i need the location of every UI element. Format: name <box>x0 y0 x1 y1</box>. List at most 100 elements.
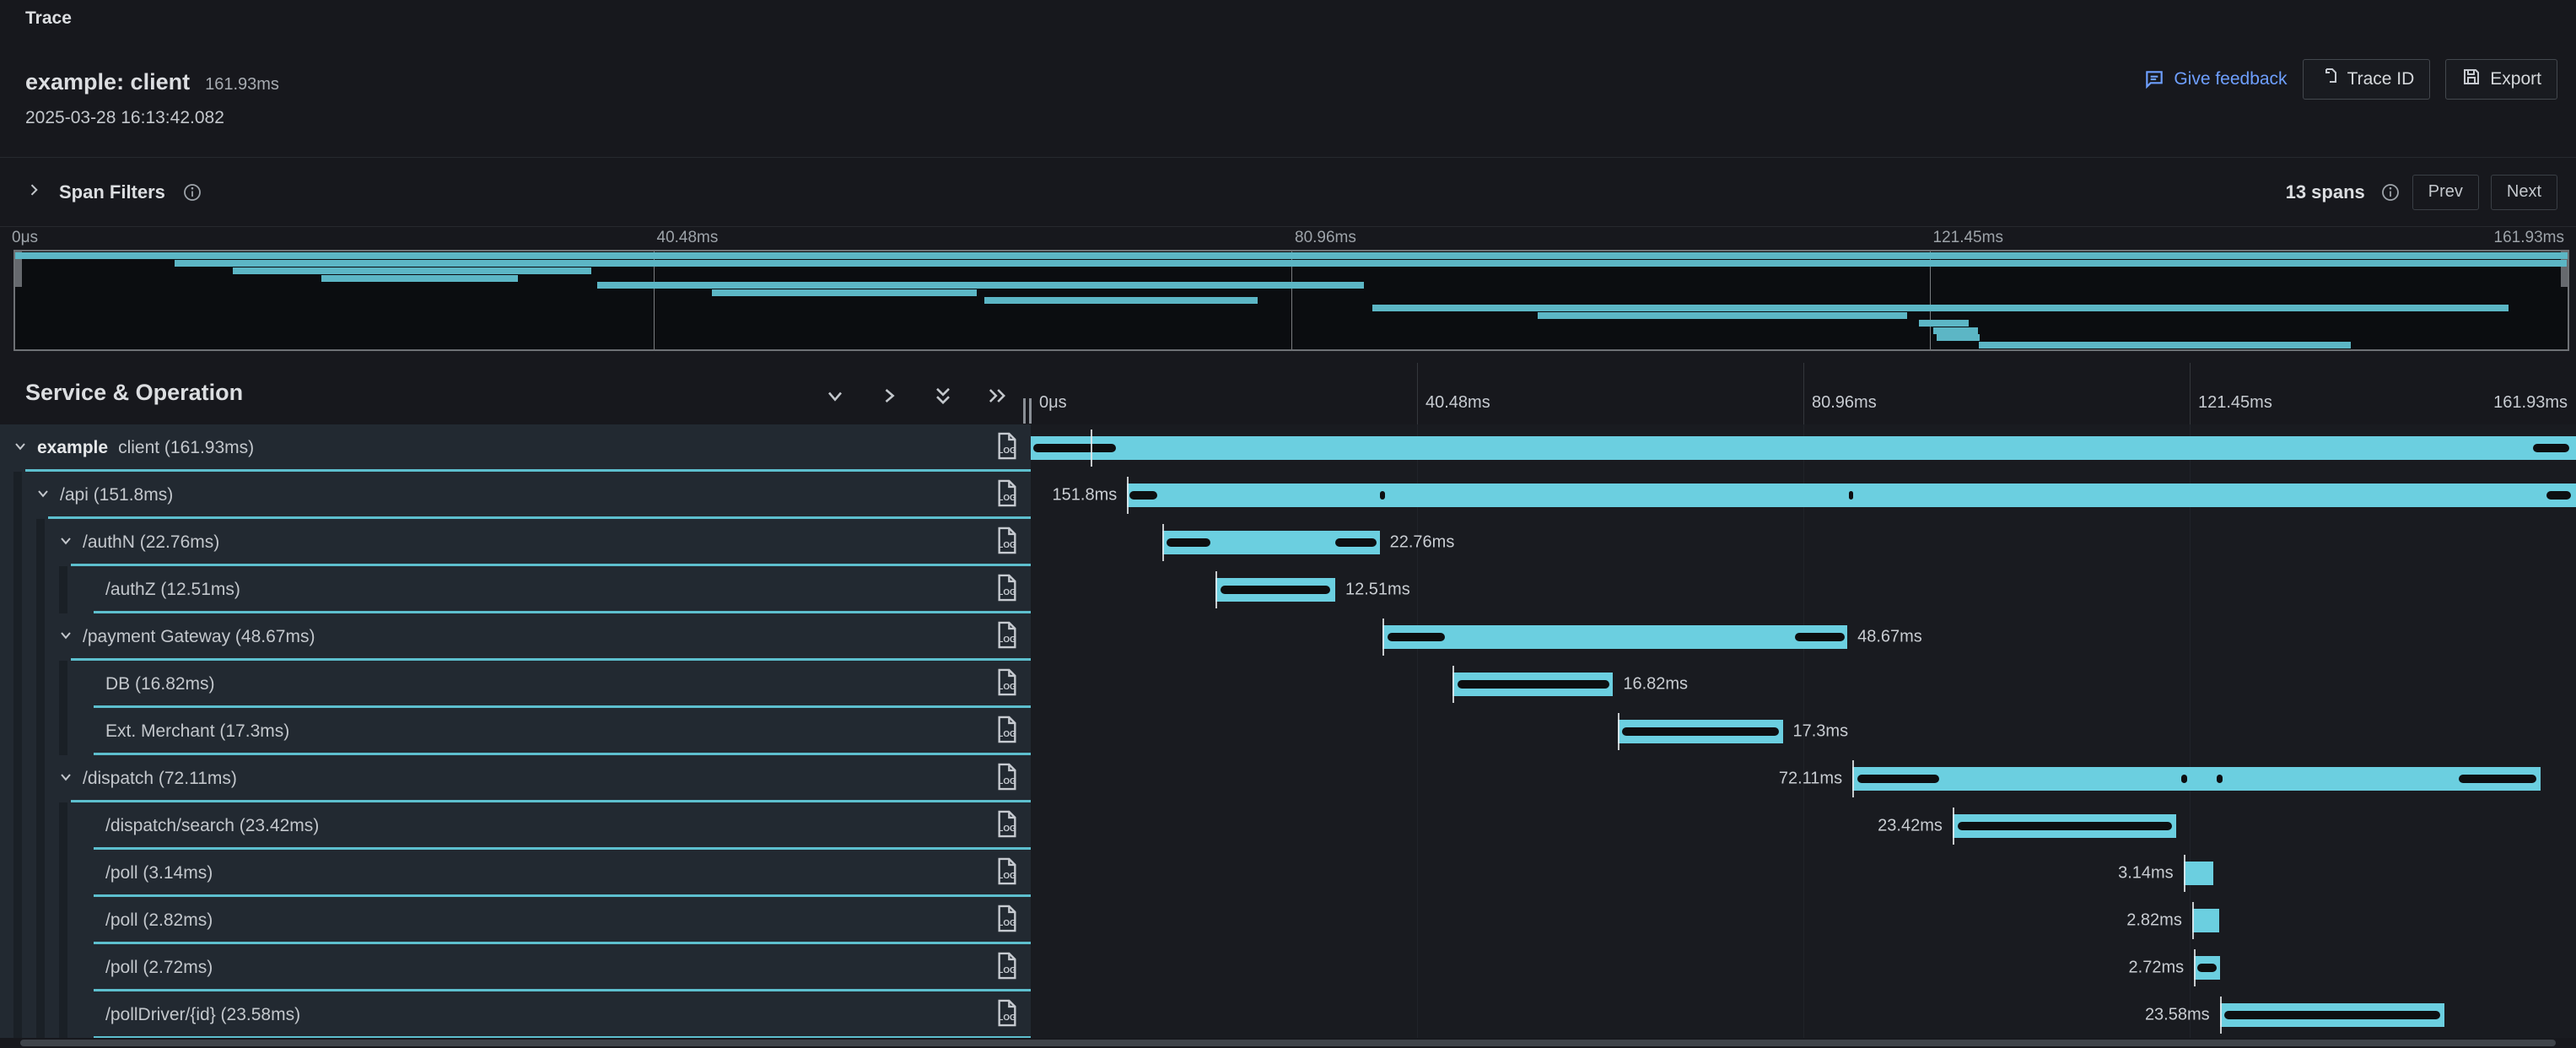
trace-view-page: Trace example: client 161.93ms 2025-03-2… <box>0 0 2576 1048</box>
span-timeline-cell[interactable]: 2.72ms <box>1031 944 2576 991</box>
span-bar[interactable] <box>1382 625 1847 649</box>
service-name: example <box>37 438 108 457</box>
span-timeline-cell[interactable]: 3.14ms <box>1031 850 2576 897</box>
span-timeline-cell[interactable]: 72.11ms <box>1031 755 2576 802</box>
span-label: /payment Gateway (48.67ms) <box>83 627 315 647</box>
export-button[interactable]: Export <box>2445 59 2557 100</box>
span-timeline-cell[interactable]: 17.3ms <box>1031 708 2576 755</box>
log-icon[interactable]: LOG <box>995 810 1019 843</box>
minimap-tick-label: 0μs <box>12 229 38 247</box>
span-timeline-cell[interactable]: 12.51ms <box>1031 566 2576 613</box>
span-name-cell[interactable]: /poll (3.14ms)LOG <box>0 850 1031 897</box>
span-filters-info-icon[interactable] <box>182 182 202 203</box>
span-filters-bar: Span Filters 13 spans Prev Next <box>0 158 2576 227</box>
span-name-cell[interactable]: /dispatch/search (23.42ms)LOG <box>0 802 1031 850</box>
span-name-cell[interactable]: DB (16.82ms)LOG <box>0 661 1031 708</box>
horizontal-scrollbar[interactable] <box>0 1038 2576 1048</box>
collapse-all-double-chevron-down-icon[interactable] <box>930 383 956 408</box>
span-row[interactable]: /poll (2.82ms)LOG2.82ms <box>0 897 2576 944</box>
log-icon[interactable]: LOG <box>995 857 1019 890</box>
trace-name: example: client <box>25 69 190 95</box>
spans-count-info-icon[interactable] <box>2380 182 2401 203</box>
span-row[interactable]: /poll (2.72ms)LOG2.72ms <box>0 944 2576 991</box>
timeline-gridline <box>1417 944 1418 991</box>
log-icon[interactable]: LOG <box>995 763 1019 796</box>
log-icon[interactable]: LOG <box>995 668 1019 701</box>
log-icon[interactable]: LOG <box>995 621 1019 654</box>
log-icon[interactable]: LOG <box>995 432 1019 465</box>
trace-id-button[interactable]: Trace ID <box>2303 59 2431 100</box>
row-collapse-chevron-icon[interactable] <box>57 627 74 648</box>
span-row[interactable]: /dispatch/search (23.42ms)LOG 23.42ms <box>0 802 2576 850</box>
span-duration-label: 23.42ms <box>1878 817 1943 836</box>
span-row[interactable]: /pollDriver/{id} (23.58ms) LOG 23.58ms <box>0 991 2576 1039</box>
expand-one-chevron-right-icon[interactable] <box>876 383 902 408</box>
span-timeline-cell[interactable]: 48.67ms <box>1031 613 2576 661</box>
span-row[interactable]: /dispatch (72.11ms)LOG72.11ms <box>0 755 2576 802</box>
scrollbar-thumb[interactable] <box>20 1040 2556 1046</box>
minimap-tick-label: 161.93ms <box>2494 229 2564 247</box>
span-name-cell[interactable]: /authZ (12.51ms)LOG <box>0 566 1031 613</box>
row-collapse-chevron-icon[interactable] <box>57 769 74 790</box>
span-name-cell[interactable]: /authN (22.76ms)LOG <box>0 519 1031 566</box>
timeline-gridline <box>2190 944 2191 991</box>
timeline-gridline <box>1803 661 1804 708</box>
span-name-cell[interactable]: /pollDriver/{id} (23.58ms) LOG <box>0 991 1031 1039</box>
span-name-cell[interactable]: exampleclient (161.93ms)LOG <box>0 424 1031 472</box>
span-name-cell[interactable]: /payment Gateway (48.67ms) LOG <box>0 613 1031 661</box>
indent-guide <box>13 897 22 944</box>
span-label: /pollDriver/{id} (23.58ms) <box>105 1005 300 1025</box>
span-bar[interactable] <box>1852 767 2541 791</box>
prev-span-button[interactable]: Prev <box>2412 175 2479 210</box>
span-bar[interactable] <box>2192 909 2219 932</box>
span-name-cell[interactable]: /dispatch (72.11ms)LOG <box>0 755 1031 802</box>
span-timeline-cell[interactable]: 16.82ms <box>1031 661 2576 708</box>
span-timeline-cell[interactable]: 23.42ms <box>1031 802 2576 850</box>
span-name-cell[interactable]: /api (151.8ms)LOG <box>0 472 1031 519</box>
timeline-gridline <box>1417 566 1418 613</box>
span-timeline-cell[interactable]: 2.82ms <box>1031 897 2576 944</box>
trace-minimap[interactable] <box>13 250 2569 351</box>
span-row[interactable]: /poll (3.14ms)LOG3.14ms <box>0 850 2576 897</box>
expand-all-double-chevron-right-icon[interactable] <box>984 383 1010 408</box>
log-icon[interactable]: LOG <box>995 952 1019 985</box>
next-span-button[interactable]: Next <box>2491 175 2557 210</box>
log-icon[interactable]: LOG <box>995 716 1019 748</box>
span-timeline-cell[interactable]: 23.58ms <box>1031 991 2576 1039</box>
minimap-span-bar <box>597 282 1365 289</box>
log-icon[interactable]: LOG <box>995 999 1019 1032</box>
svg-text:LOG: LOG <box>998 919 1016 928</box>
log-icon[interactable]: LOG <box>995 479 1019 512</box>
span-timeline-cell[interactable]: 151.8ms <box>1031 472 2576 519</box>
log-icon[interactable]: LOG <box>995 574 1019 607</box>
span-row[interactable]: /api (151.8ms)LOG151.8ms <box>0 472 2576 519</box>
span-row[interactable]: /authZ (12.51ms)LOG12.51ms <box>0 566 2576 613</box>
span-row[interactable]: DB (16.82ms)LOG16.82ms <box>0 661 2576 708</box>
give-feedback-link[interactable]: Give feedback <box>2143 68 2287 90</box>
row-collapse-chevron-icon[interactable] <box>57 532 74 554</box>
row-collapse-chevron-icon[interactable] <box>35 485 51 506</box>
span-row[interactable]: Ext. Merchant (17.3ms)LOG17.3ms <box>0 708 2576 755</box>
span-timeline-cell[interactable]: 22.76ms <box>1031 519 2576 566</box>
span-row[interactable]: /payment Gateway (48.67ms) LOG 48.67ms <box>0 613 2576 661</box>
timeline-gridline <box>1803 897 1804 944</box>
span-bar[interactable] <box>2184 862 2214 885</box>
span-row[interactable]: /authN (22.76ms)LOG22.76ms <box>0 519 2576 566</box>
timeline-gridline <box>1803 850 1804 897</box>
span-start-tick <box>1618 713 1619 750</box>
indent-guide <box>13 661 22 708</box>
critical-path-segment <box>2533 444 2569 452</box>
span-name-cell[interactable]: /poll (2.82ms)LOG <box>0 897 1031 944</box>
span-name-cell[interactable]: Ext. Merchant (17.3ms)LOG <box>0 708 1031 755</box>
span-bar[interactable] <box>1031 436 2576 460</box>
log-icon[interactable]: LOG <box>995 905 1019 937</box>
span-row[interactable]: exampleclient (161.93ms)LOG <box>0 424 2576 472</box>
row-collapse-chevron-icon[interactable] <box>12 438 29 459</box>
collapse-one-chevron-down-icon[interactable] <box>822 383 848 408</box>
timeline-tick-label: 40.48ms <box>1425 393 1490 413</box>
span-filters-title[interactable]: Span Filters <box>59 181 165 203</box>
span-name-cell[interactable]: /poll (2.72ms)LOG <box>0 944 1031 991</box>
span-timeline-cell[interactable] <box>1031 424 2576 472</box>
log-icon[interactable]: LOG <box>995 527 1019 559</box>
span-filters-expand-chevron-icon[interactable] <box>25 181 42 203</box>
